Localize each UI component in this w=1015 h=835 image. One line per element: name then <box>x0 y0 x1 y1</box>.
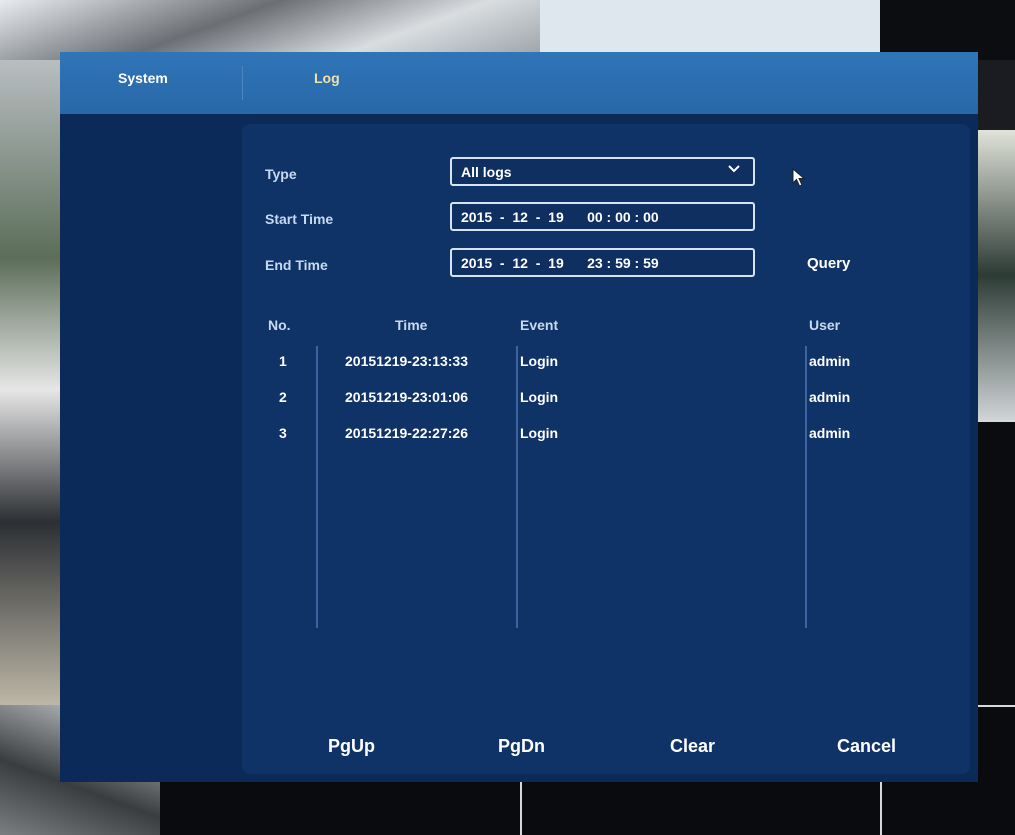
camera-feed-tile <box>975 420 1015 705</box>
clear-button[interactable]: Clear <box>670 736 715 757</box>
grid-divider <box>880 782 882 835</box>
row-no: 1 <box>279 353 287 369</box>
row-user: admin <box>809 389 851 405</box>
camera-feed-tile <box>975 130 1015 420</box>
row-event: Login <box>520 389 559 405</box>
column-divider <box>516 346 518 628</box>
tab-system[interactable]: System <box>118 70 168 86</box>
end-time-field[interactable]: 2015 - 12 - 19 23 : 59 : 59 <box>450 248 755 277</box>
tab-log[interactable]: Log <box>314 70 340 86</box>
row-no: 2 <box>279 389 287 405</box>
type-select[interactable]: All logs <box>450 157 755 186</box>
row-time: 20151219-23:01:06 <box>345 389 468 405</box>
left-panel <box>60 114 240 782</box>
pgup-button[interactable]: PgUp <box>328 736 375 757</box>
camera-feed-tile <box>540 0 880 60</box>
row-event: Login <box>520 353 559 369</box>
column-header-time: Time <box>395 317 428 333</box>
grid-divider <box>978 705 1015 707</box>
log-dialog: System Log Type All logs Start Time 2015… <box>60 52 978 782</box>
camera-feed-tile <box>880 0 1015 60</box>
row-time: 20151219-22:27:26 <box>345 425 468 441</box>
camera-feed-tile <box>0 60 60 720</box>
cancel-button[interactable]: Cancel <box>837 736 896 757</box>
row-user: admin <box>809 425 851 441</box>
tab-divider <box>242 66 243 100</box>
row-user: admin <box>809 353 851 369</box>
start-time-label: Start Time <box>265 211 334 227</box>
column-divider <box>316 346 318 628</box>
query-button[interactable]: Query <box>807 255 850 272</box>
log-content-panel: Type All logs Start Time 2015 - 12 - 19 … <box>242 124 970 774</box>
camera-feed-tile <box>0 0 540 60</box>
dialog-header: System Log <box>60 52 978 114</box>
row-event: Login <box>520 425 559 441</box>
grid-divider <box>520 782 522 835</box>
row-no: 3 <box>279 425 287 441</box>
row-time: 20151219-23:13:33 <box>345 353 468 369</box>
mouse-pointer-icon <box>792 167 806 193</box>
pgdn-button[interactable]: PgDn <box>498 736 545 757</box>
type-label: Type <box>265 166 297 182</box>
column-header-user: User <box>809 317 841 333</box>
type-select-value: All logs <box>461 163 512 180</box>
chevron-down-icon <box>727 162 741 179</box>
column-divider <box>805 346 807 628</box>
column-header-event: Event <box>520 317 559 333</box>
end-time-label: End Time <box>265 257 328 273</box>
start-time-field[interactable]: 2015 - 12 - 19 00 : 00 : 00 <box>450 202 755 231</box>
column-header-no: No. <box>268 317 291 333</box>
grid-divider <box>978 420 1015 422</box>
